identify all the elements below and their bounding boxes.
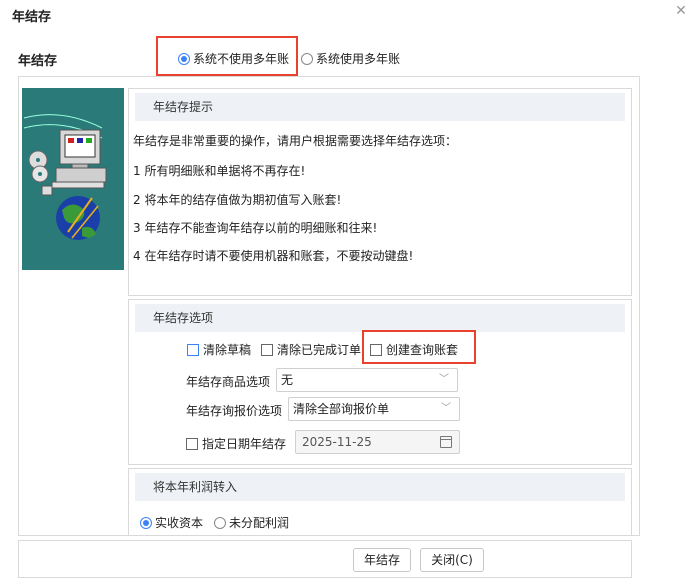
tip-line: 2 将本年的结存值做为期初值写入账套!	[133, 193, 342, 207]
tip-line: 1 所有明细账和单据将不再存在!	[133, 164, 306, 178]
goods-option-label: 年结存商品选项	[186, 375, 271, 389]
radio-icon	[178, 53, 190, 65]
footer-bar	[18, 540, 632, 578]
calendar-icon	[440, 436, 452, 448]
profit-section: 将本年利润转入	[128, 468, 632, 536]
chevron-down-icon: ﹀	[439, 374, 449, 385]
radio-icon	[301, 53, 313, 65]
computer-illustration	[22, 88, 124, 270]
tip-line: 年结存是非常重要的操作，请用户根据需要选择年结存选项：	[133, 134, 458, 148]
date-field[interactable]: 2025-11-25	[295, 430, 460, 454]
chevron-down-icon: ﹀	[441, 403, 451, 414]
radio-no-multi-year[interactable]: 系统不使用多年账	[178, 50, 289, 67]
radio-paid-in-capital[interactable]: 实收资本	[140, 514, 203, 531]
checkbox-specify-date[interactable]: 指定日期年结存	[186, 435, 286, 452]
tip-line: 4 在年结存时请不要使用机器和账套，不要按动键盘!	[133, 249, 414, 263]
close-icon[interactable]: ✕	[672, 2, 690, 20]
checkbox-icon	[370, 344, 382, 356]
checkbox-icon	[187, 344, 199, 356]
radio-undistributed-profit[interactable]: 未分配利润	[214, 514, 289, 531]
checkbox-clear-drafts[interactable]: 清除草稿	[187, 341, 251, 358]
tips-header: 年结存提示	[135, 93, 625, 121]
close-button[interactable]: 关闭(C)	[420, 548, 484, 572]
checkbox-create-query-account[interactable]: 创建查询账套	[370, 341, 458, 358]
checkbox-clear-completed-orders[interactable]: 清除已完成订单	[261, 341, 361, 358]
checkbox-icon	[261, 344, 273, 356]
quote-option-select[interactable]: 清除全部询报价单 ﹀	[288, 397, 460, 421]
profit-header: 将本年利润转入	[135, 473, 625, 501]
dialog-title: 年结存	[12, 10, 52, 25]
options-header: 年结存选项	[135, 304, 625, 332]
goods-option-select[interactable]: 无 ﹀	[276, 368, 458, 392]
tip-line: 3 年结存不能查询年结存以前的明细账和往来!	[133, 221, 378, 235]
year-end-button[interactable]: 年结存	[353, 548, 411, 572]
checkbox-icon	[186, 438, 198, 450]
radio-icon	[214, 517, 226, 529]
radio-multi-year[interactable]: 系统使用多年账	[301, 50, 400, 67]
radio-icon	[140, 517, 152, 529]
year-end-label: 年结存	[18, 54, 58, 69]
quote-option-label: 年结存询报价选项	[186, 404, 283, 418]
